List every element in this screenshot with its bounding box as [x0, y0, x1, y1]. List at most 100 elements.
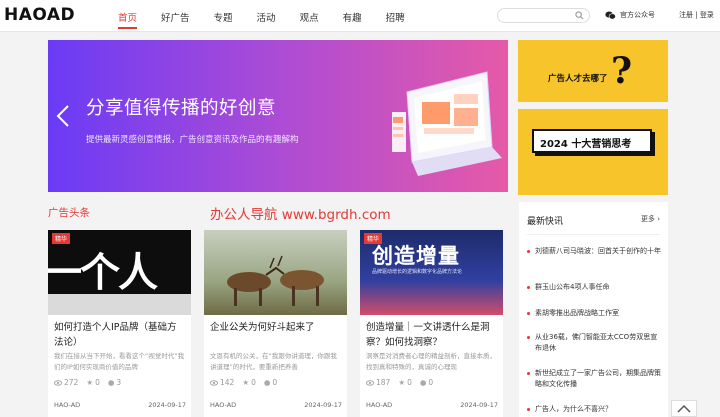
promo-talent[interactable]: 广告人才去哪了 ?: [518, 40, 668, 102]
card-3-image-text: 创造增量: [372, 244, 460, 268]
news-item-2-text: 群玉山公布4项人事任命: [535, 283, 610, 291]
star-icon: ★: [242, 378, 250, 387]
wechat-icon: [605, 11, 616, 19]
star-icon: ★: [398, 378, 406, 387]
card-2-author[interactable]: HAO-AD: [210, 401, 236, 409]
card-3-desc: 洞察是对消费者心理的精益剖析，直接本质，找到真和特殊的，真诚的心理现: [366, 352, 496, 371]
card-2-image: [204, 230, 347, 315]
card-1-comments-value: 3: [116, 378, 122, 387]
news-item-6-text: 广告人，为什么不喜兴？: [535, 405, 612, 413]
nav-events[interactable]: 活动: [257, 0, 276, 32]
news-item[interactable]: 新世纪成立了一家广告公司，期集品牌策略和文化传播: [527, 368, 662, 390]
banner-title: 分享值得传播的好创意: [86, 98, 277, 119]
nav-good-ads[interactable]: 好广告: [161, 0, 190, 32]
chevron-up-icon: [677, 404, 691, 413]
card-3-tag: 精华: [364, 233, 383, 244]
card-3-stats: 187 ★ 0 ● 0: [366, 378, 433, 387]
card-1-date: 2024-09-17: [148, 401, 186, 409]
card-1-likes-value: 0: [95, 378, 100, 387]
news-item-5-text: 新世纪成立了一家广告公司，期集品牌策略和文化传播: [535, 369, 661, 388]
chevron-right-icon: ›: [657, 215, 660, 223]
news-more-label: 更多: [640, 215, 655, 223]
eye-icon: [366, 379, 374, 386]
news-item[interactable]: 广告人，为什么不喜兴？: [527, 404, 662, 415]
news-item[interactable]: 从业36载，佛门智能亚太CCO劳双思宣布退休: [527, 332, 662, 354]
watermark-text: 办公人导航 www.bgrdh.com: [210, 207, 391, 223]
nav-home-label: 首页: [118, 13, 138, 24]
card-3-views: 187: [366, 378, 390, 387]
site-logo[interactable]: HAOAD: [4, 5, 75, 25]
promo-2024-marketing[interactable]: 2024 十大营销思考: [518, 109, 668, 195]
scroll-to-top-button[interactable]: [671, 400, 697, 417]
card-3-comments-value: 0: [428, 378, 434, 387]
search-icon[interactable]: [575, 11, 584, 20]
card-1-views-value: 272: [64, 378, 79, 387]
card-1-title[interactable]: 如何打造个人IP品牌（基础方法论）: [54, 320, 186, 350]
card-2-likes: ★ 0: [242, 378, 256, 387]
card-2-views-value: 142: [220, 378, 235, 387]
card-1-likes: ★ 0: [86, 378, 100, 387]
card-3-comments: ● 0: [420, 378, 433, 387]
card-2-comments-value: 0: [272, 378, 278, 387]
login-link[interactable]: 登录: [700, 11, 714, 19]
card-2-desc: 文恩有机的公关，在“我跟你讲道理，你跟我讲道理”的时代，要重新把养善: [210, 352, 337, 371]
article-card-3[interactable]: 创造增量 品牌驱动增长的逻辑和数字化品牌方法论 精华 创造增量｜一文讲透什么是洞…: [360, 230, 503, 417]
card-1-image-text: 一个人: [48, 250, 158, 296]
nav-jobs[interactable]: 招聘: [386, 0, 405, 32]
card-3-likes-value: 0: [407, 378, 412, 387]
register-link[interactable]: 注册: [679, 11, 693, 19]
eye-icon: [210, 379, 218, 386]
news-item-4-text: 从业36载，佛门智能亚太CCO劳双思宣布退休: [535, 333, 658, 352]
news-divider: [527, 234, 660, 235]
prev-arrow-icon[interactable]: [56, 104, 70, 128]
card-1-footer: HAO-AD 2024-09-17: [54, 401, 186, 409]
news-item-3-text: 素胡零推出品牌战略工作室: [535, 309, 619, 317]
search-box: [497, 8, 590, 28]
card-1-tag: 精华: [52, 233, 71, 244]
news-panel: 最新快讯 更多 › 刘德薪八司马晓波：回首关于创作的十年 群玉山公布4项人事任命…: [519, 202, 668, 417]
article-card-1[interactable]: 一个人 精华 如何打造个人IP品牌（基础方法论） 我们在接从当下开始，看看这个“…: [48, 230, 191, 417]
news-more-link[interactable]: 更多 ›: [641, 214, 660, 224]
nav-home[interactable]: 首页: [118, 0, 138, 32]
card-1-author[interactable]: HAO-AD: [54, 401, 80, 409]
nav-topics[interactable]: 专题: [214, 0, 233, 32]
card-2-views: 142: [210, 378, 234, 387]
star-icon: ★: [86, 378, 94, 387]
active-underline: [118, 27, 138, 29]
bullet-icon: [527, 336, 530, 339]
card-1-desc: 我们在接从当下开始，看看这个“视觉时代”我们的IP如何实现商价值的品牌: [54, 352, 185, 371]
news-item[interactable]: 素胡零推出品牌战略工作室: [527, 308, 662, 319]
wechat-link[interactable]: 官方公众号: [605, 10, 655, 20]
nav-views[interactable]: 观点: [300, 0, 319, 32]
news-item[interactable]: 群玉山公布4项人事任命: [527, 282, 662, 293]
comment-icon: ●: [263, 378, 271, 387]
wechat-label: 官方公众号: [620, 11, 655, 19]
section-title: 广告头条: [48, 207, 90, 219]
search-input[interactable]: [504, 15, 574, 28]
bullet-icon: [527, 408, 530, 411]
bullet-icon: [527, 250, 530, 253]
bullet-icon: [527, 312, 530, 315]
news-item[interactable]: 刘德薪八司马晓波：回首关于创作的十年: [527, 246, 662, 257]
card-3-title[interactable]: 创造增量｜一文讲透什么是洞察？如何找洞察？: [366, 320, 498, 350]
news-title: 最新快讯: [527, 217, 564, 227]
comment-icon: ●: [419, 378, 427, 387]
laptop-illustration-icon: [392, 71, 502, 176]
bullet-icon: [527, 286, 530, 289]
promo-talent-label: 广告人才去哪了: [548, 74, 608, 84]
promo-2024-box: 2024 十大营销思考: [532, 129, 652, 153]
card-3-author[interactable]: HAO-AD: [366, 401, 392, 409]
card-3-views-value: 187: [376, 378, 391, 387]
card-1-image: 一个人 精华: [48, 230, 191, 315]
card-2-title[interactable]: 企业公关为何好斗起来了: [210, 320, 342, 335]
auth-links: 注册 | 登录: [679, 11, 714, 19]
article-card-2[interactable]: 企业公关为何好斗起来了 文恩有机的公关，在“我跟你讲道理，你跟我讲道理”的时代，…: [204, 230, 347, 417]
card-2-date: 2024-09-17: [304, 401, 342, 409]
hero-banner[interactable]: 分享值得传播的好创意 提供最新灵感创意情报，广告创意资讯及作品的有趣解构: [48, 40, 508, 192]
question-mark-icon: ?: [611, 50, 633, 92]
card-1-image-band: [48, 294, 191, 315]
nav-fun[interactable]: 有趣: [343, 0, 362, 32]
comment-icon: ●: [107, 378, 115, 387]
main-nav: 首页 好广告 专题 活动 观点 有趣 招聘: [118, 0, 429, 32]
top-header: HAOAD 首页 好广告 专题 活动 观点 有趣 招聘 官方公众号 注册 | 登…: [0, 0, 720, 32]
